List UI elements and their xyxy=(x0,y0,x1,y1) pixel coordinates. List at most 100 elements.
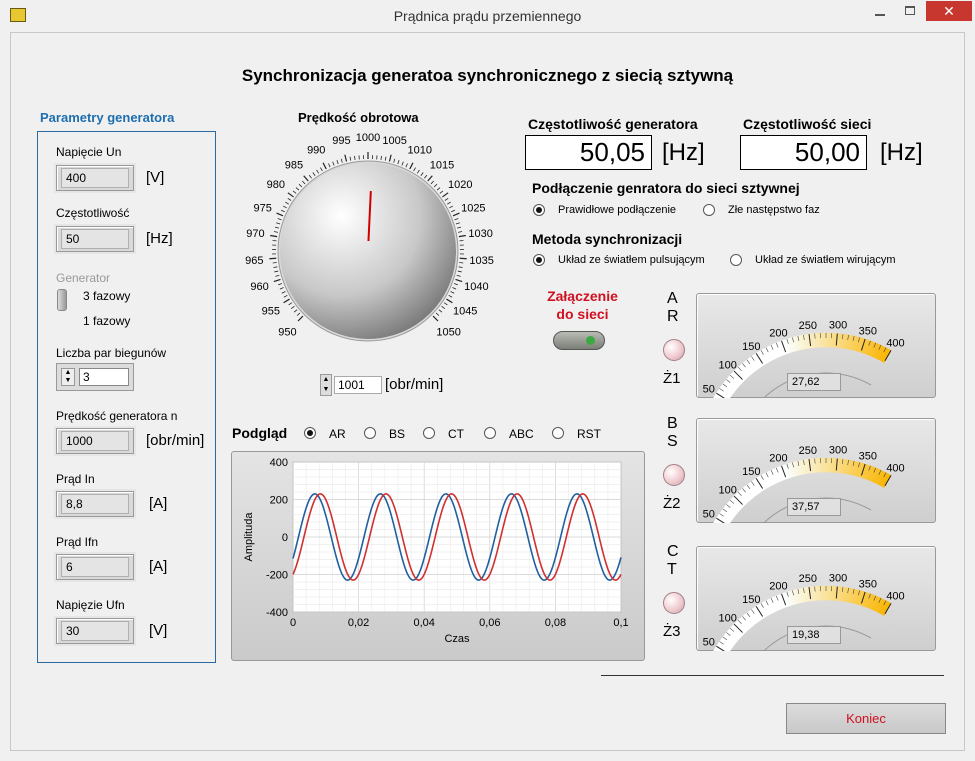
method-pulse-label: Układ ze światłem pulsującym xyxy=(558,254,705,266)
generator-toggle[interactable] xyxy=(57,289,67,311)
voltage-value: 400 xyxy=(61,168,129,188)
current-ifn-label: Prąd Ifn xyxy=(56,535,99,549)
minimize-button[interactable] xyxy=(867,8,893,18)
knob-tick xyxy=(281,291,286,294)
knob-tick xyxy=(285,201,290,205)
knob-tick xyxy=(273,231,278,233)
knob-tick xyxy=(312,172,316,176)
knob-tick xyxy=(322,162,327,170)
preview-option-label: ABC xyxy=(509,427,534,441)
preview-radio-ct[interactable] xyxy=(423,427,435,439)
params-title: Parametry generatora xyxy=(40,110,175,125)
knob-tick xyxy=(274,226,279,229)
generator-opt1: 1 fazowy xyxy=(83,314,131,328)
method-title: Metoda synchronizacji xyxy=(532,231,683,247)
method-pulse-radio[interactable] xyxy=(533,254,545,266)
gauge-tick-label: 100 xyxy=(719,485,737,497)
gauge-tick-label: 50 xyxy=(703,508,715,520)
end-button[interactable]: Koniec xyxy=(786,703,946,734)
knob-tick xyxy=(276,212,284,217)
knob-tick xyxy=(413,167,416,172)
preview-radio-bs[interactable] xyxy=(364,427,376,439)
freq-gen-label: Częstotliwość generatora xyxy=(528,116,698,132)
knob-tick xyxy=(449,205,454,209)
gauge-tick-label: 300 xyxy=(829,320,847,332)
knob-tick xyxy=(432,315,439,322)
phase-gauge-value: 19,38 xyxy=(787,626,841,644)
knob-tick xyxy=(454,218,459,221)
close-button[interactable]: ✕ xyxy=(926,1,972,21)
connect-button[interactable] xyxy=(553,331,605,350)
preview-radio-abc[interactable] xyxy=(484,427,496,439)
knob-tick xyxy=(427,175,433,182)
knob-tick xyxy=(279,287,284,290)
connect-label: Załączenie do sieci xyxy=(540,287,625,323)
knob-tick-label: 955 xyxy=(262,306,280,318)
frequency-unit: [Hz] xyxy=(146,230,173,247)
y-tick-label: -400 xyxy=(266,607,288,619)
gauge-tick-label: 300 xyxy=(829,445,847,457)
knob-stepper[interactable]: ▲ ▼ xyxy=(320,374,332,396)
knob-tick xyxy=(316,169,320,174)
knob-tick-label: 970 xyxy=(246,228,264,240)
knob-tick xyxy=(273,266,278,268)
phase-gauge-value: 27,62 xyxy=(787,373,841,391)
freq-net-label: Częstotliwość sieci xyxy=(743,116,872,132)
preview-radio-rst[interactable] xyxy=(552,427,564,439)
knob-tick xyxy=(441,305,446,309)
maximize-button[interactable] xyxy=(897,2,923,20)
preview-radio-ar[interactable] xyxy=(304,427,316,439)
knob-body xyxy=(280,163,456,339)
knob-tick xyxy=(344,154,348,162)
poles-stepper[interactable]: ▲ ▼ xyxy=(61,368,75,386)
poles-input[interactable]: 3 xyxy=(79,368,129,386)
knob-tick xyxy=(455,278,463,283)
x-tick-label: 0 xyxy=(290,617,296,629)
frequency-value: 50 xyxy=(61,229,129,249)
phase-top-letter: A xyxy=(667,290,678,307)
freq-gen-value: 50,05 xyxy=(525,135,652,170)
knob-tick-label: 975 xyxy=(253,202,271,214)
knob-tick xyxy=(416,169,420,174)
knob-tick xyxy=(452,212,460,217)
knob-tick xyxy=(278,283,283,286)
knob-tick-label: 960 xyxy=(250,281,268,293)
knob-tick xyxy=(283,298,290,304)
preview-option-label: AR xyxy=(329,427,346,441)
knob-tick xyxy=(448,294,453,298)
knob-tick xyxy=(409,162,414,170)
knob-value-input[interactable]: 1001 xyxy=(334,376,382,394)
knob-tick xyxy=(301,180,306,185)
knob-tick-label: 1010 xyxy=(408,144,432,156)
phase-lamp xyxy=(663,464,685,486)
x-axis-label: Czas xyxy=(444,633,470,645)
preview-option-label: RST xyxy=(577,427,601,441)
phase-mid-letter: R xyxy=(667,308,679,325)
knob-tick xyxy=(274,270,279,273)
gauge-tick-label: 200 xyxy=(769,452,787,464)
current-in-unit: [A] xyxy=(149,495,168,512)
knob-tick xyxy=(439,190,444,194)
gauge-tick-label: 200 xyxy=(769,327,787,339)
knob-tick xyxy=(405,163,408,168)
phase-top-letter: B xyxy=(667,415,678,432)
speed-knob[interactable]: 950955960965970975980985990995 1000 100510… xyxy=(230,128,506,368)
knob-tick xyxy=(455,222,460,225)
knob-tick xyxy=(292,190,297,194)
gauge-tick-label: 400 xyxy=(886,338,904,350)
connection-ok-radio[interactable] xyxy=(533,204,545,216)
current-ifn-value: 6 xyxy=(61,557,129,577)
speed-value: 1000 xyxy=(61,431,129,451)
gauge-tick-label: 350 xyxy=(859,450,877,462)
knob-tick xyxy=(332,161,335,166)
knob-tick xyxy=(280,209,285,213)
connection-bad-radio[interactable] xyxy=(703,204,715,216)
phase-gauge-value: 37,57 xyxy=(787,498,841,516)
gauge-tick-label: 300 xyxy=(829,573,847,585)
connection-bad-label: Złe następstwo faz xyxy=(728,204,820,216)
knob-tick-label: 985 xyxy=(285,159,303,171)
method-rot-radio[interactable] xyxy=(730,254,742,266)
poles-label: Liczba par biegunów xyxy=(56,346,167,360)
knob-tick-label: 995 xyxy=(332,135,350,147)
knob-tick xyxy=(456,274,461,277)
